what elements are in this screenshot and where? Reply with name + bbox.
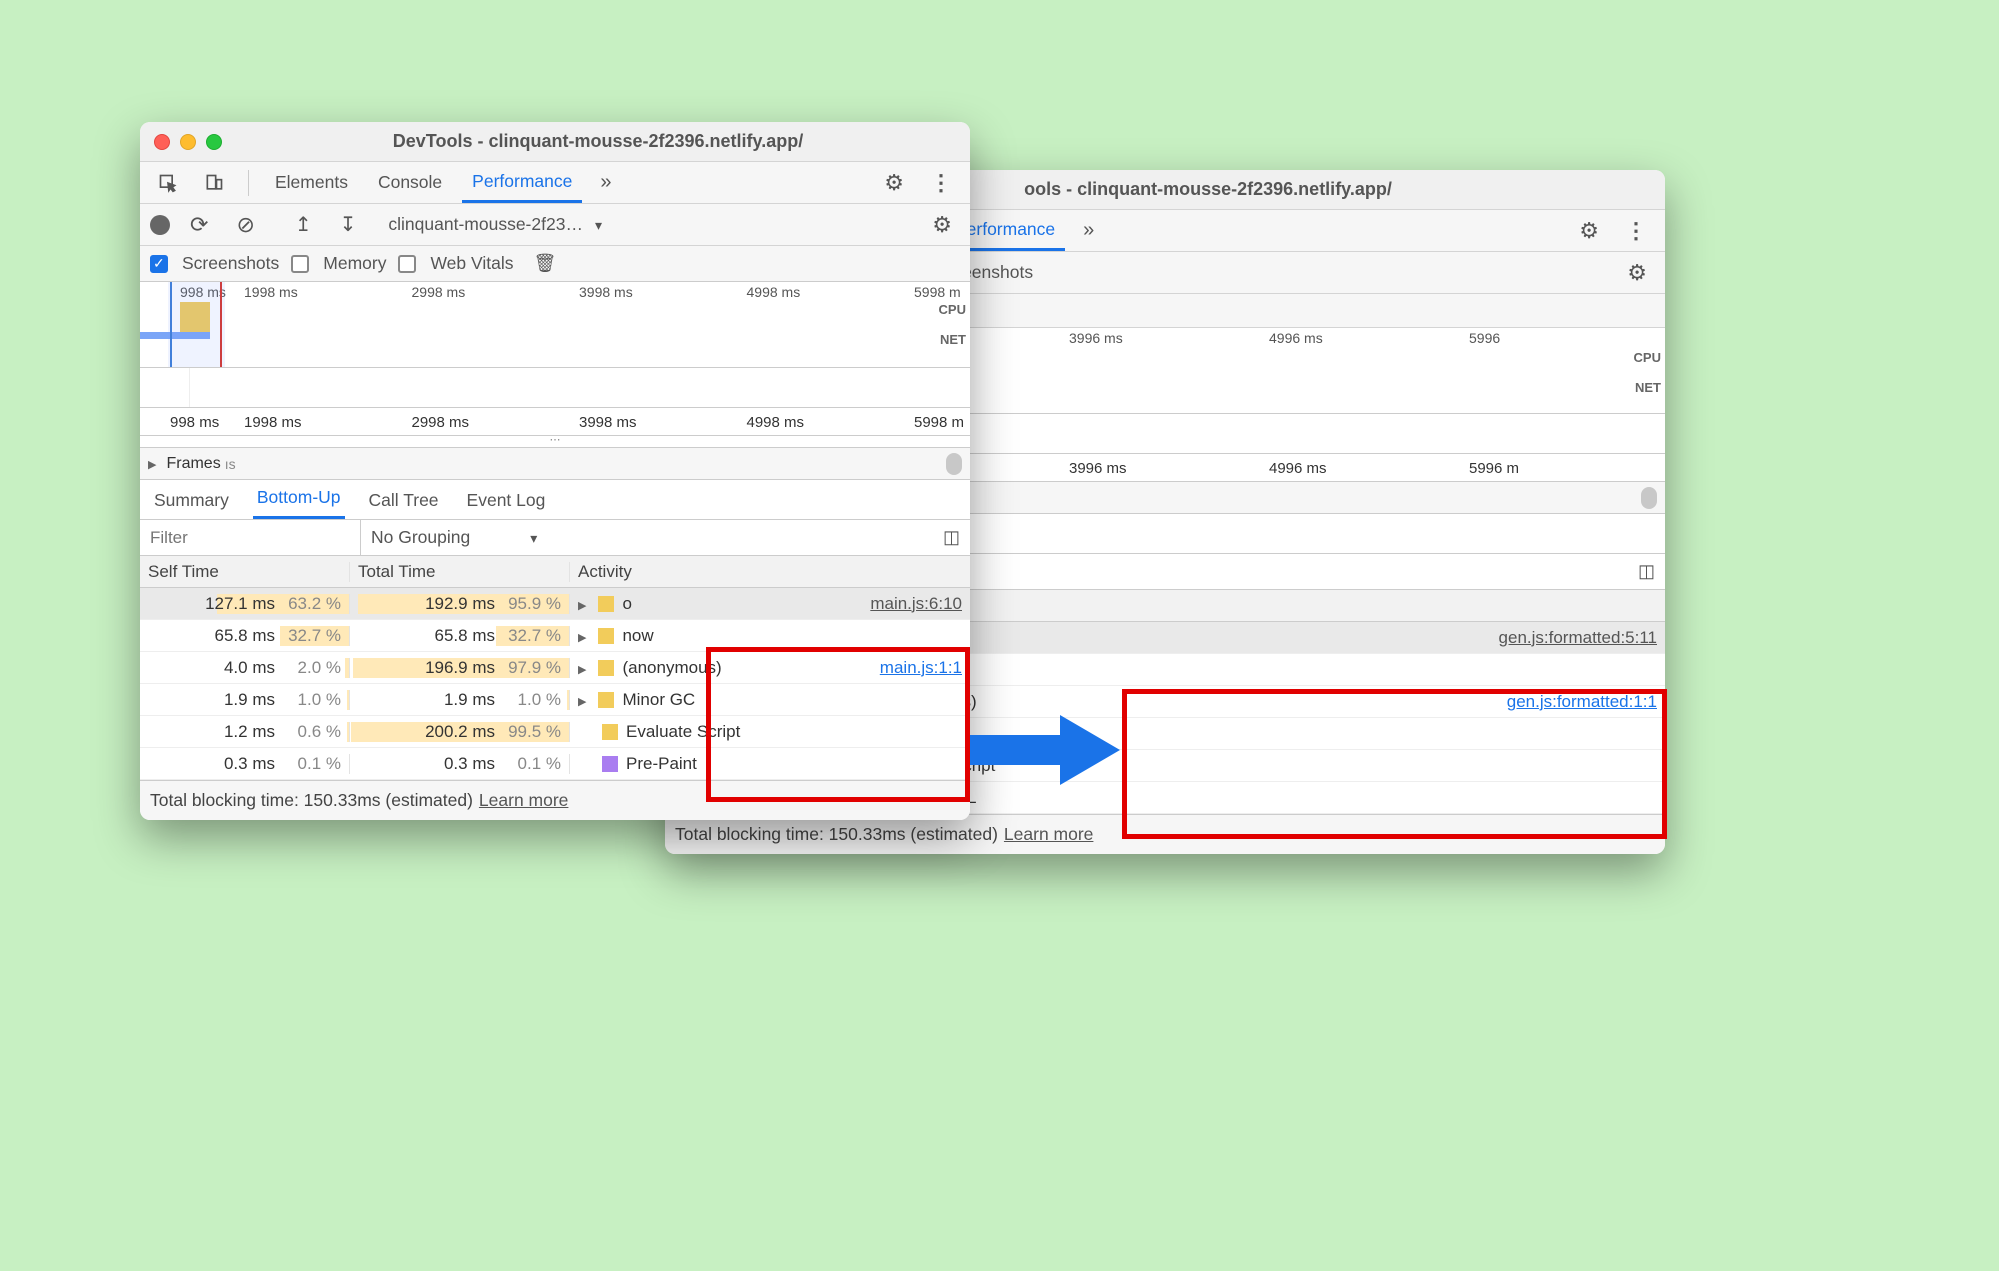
category-icon bbox=[602, 724, 618, 740]
url-selector[interactable]: clinquant-mousse-2f23… bbox=[388, 214, 583, 235]
memory-label: Memory bbox=[323, 253, 386, 274]
clear-icon[interactable] bbox=[228, 208, 262, 242]
tab-elements[interactable]: Elements bbox=[265, 164, 358, 201]
activity-name: Evaluate Script bbox=[626, 722, 740, 742]
source-link[interactable]: gen.js:formatted:1:1 bbox=[1507, 692, 1657, 712]
net-label: NET bbox=[1635, 380, 1661, 395]
col-activity: Activity bbox=[855, 596, 1665, 616]
overview[interactable]: 998 ms 1998 ms 2998 ms 3998 ms 4998 ms 5… bbox=[140, 282, 970, 368]
learn-more-link[interactable]: Learn more bbox=[1004, 824, 1094, 845]
frames-section[interactable]: Frames ıs bbox=[140, 448, 970, 480]
upload-icon[interactable] bbox=[287, 208, 320, 241]
menu-icon[interactable] bbox=[922, 166, 960, 200]
tab-summary[interactable]: Summary bbox=[150, 482, 233, 519]
source-link[interactable]: main.js:1:1 bbox=[880, 658, 962, 678]
cpu-label: CPU bbox=[939, 302, 966, 317]
download-icon[interactable] bbox=[332, 208, 365, 241]
activity-name: o bbox=[622, 594, 631, 614]
category-icon bbox=[602, 756, 618, 772]
activity-name: now bbox=[622, 626, 653, 646]
capture-settings-icon[interactable] bbox=[924, 208, 960, 242]
grouping-dropdown-icon[interactable] bbox=[530, 527, 537, 548]
activity-name: (anonymous) bbox=[622, 658, 721, 678]
traffic-lights bbox=[154, 134, 222, 150]
dropdown-icon[interactable] bbox=[595, 214, 602, 235]
expand-icon[interactable] bbox=[578, 658, 590, 678]
menu-icon[interactable] bbox=[1617, 214, 1655, 248]
arrow-icon bbox=[960, 700, 1130, 800]
window-title: DevTools - clinquant-mousse-2f2396.netli… bbox=[240, 131, 956, 152]
reload-record-icon[interactable] bbox=[182, 208, 216, 242]
col-self-time[interactable]: Self Time bbox=[140, 562, 350, 582]
minimize-dot[interactable] bbox=[180, 134, 196, 150]
webvitals-label: Web Vitals bbox=[430, 253, 513, 274]
sidebar-toggle-icon[interactable] bbox=[943, 527, 960, 548]
devtools-window-front: DevTools - clinquant-mousse-2f2396.netli… bbox=[140, 122, 970, 820]
titlebar: DevTools - clinquant-mousse-2f2396.netli… bbox=[140, 122, 970, 162]
net-label: NET bbox=[940, 332, 966, 347]
delete-icon[interactable] bbox=[526, 249, 565, 278]
category-icon bbox=[598, 692, 614, 708]
cpu-label: CPU bbox=[1634, 350, 1661, 365]
options-bar: Screenshots Memory Web Vitals bbox=[140, 246, 970, 282]
category-icon bbox=[598, 660, 614, 676]
screenshots-checkbox[interactable] bbox=[150, 255, 168, 273]
expand-icon[interactable] bbox=[578, 690, 590, 710]
col-total-time[interactable]: Total Time bbox=[350, 562, 570, 582]
screenshots-label: Screenshots bbox=[182, 253, 279, 274]
table-header: Self Time Total Time Activity bbox=[140, 556, 970, 588]
filter-input[interactable] bbox=[140, 520, 360, 555]
record-button[interactable] bbox=[150, 215, 170, 235]
tab-performance[interactable]: Performance bbox=[462, 163, 582, 203]
tab-bottomup[interactable]: Bottom-Up bbox=[253, 479, 345, 519]
webvitals-checkbox[interactable] bbox=[398, 255, 416, 273]
source-link[interactable]: main.js:6:10 bbox=[870, 594, 962, 614]
more-tabs-icon[interactable] bbox=[592, 167, 619, 198]
tab-console[interactable]: Console bbox=[368, 164, 452, 201]
tab-calltree[interactable]: Call Tree bbox=[365, 482, 443, 519]
table-row[interactable]: 1.9 ms1.0 %1.9 ms1.0 %Minor GC bbox=[140, 684, 970, 716]
category-icon bbox=[598, 596, 614, 612]
activity-name: Minor GC bbox=[622, 690, 695, 710]
settings-icon[interactable] bbox=[876, 166, 912, 200]
expand-icon[interactable] bbox=[578, 626, 590, 646]
blocking-time-label: Total blocking time: 150.33ms (estimated… bbox=[150, 790, 473, 811]
device-icon[interactable] bbox=[196, 169, 232, 197]
frames-label: Frames bbox=[166, 455, 220, 473]
table-row[interactable]: 127.1 ms63.2 %192.9 ms95.9 %omain.js:6:1… bbox=[140, 588, 970, 620]
category-icon bbox=[598, 628, 614, 644]
table-row[interactable]: 65.8 ms32.7 %65.8 ms32.7 %now bbox=[140, 620, 970, 652]
perf-controls: clinquant-mousse-2f23… bbox=[140, 204, 970, 246]
grouping-selector[interactable]: No Grouping bbox=[371, 527, 470, 548]
table-row[interactable]: 1.2 ms0.6 %200.2 ms99.5 %Evaluate Script bbox=[140, 716, 970, 748]
blocking-time-label: Total blocking time: 150.33ms (estimated… bbox=[675, 824, 998, 845]
footer: Total blocking time: 150.33ms (estimated… bbox=[665, 814, 1665, 854]
ruler: 998 ms 1998 ms 2998 ms 3998 ms 4998 ms 5… bbox=[140, 408, 970, 436]
filter-bar: No Grouping bbox=[140, 520, 970, 556]
footer: Total blocking time: 150.33ms (estimated… bbox=[140, 780, 970, 820]
sidebar-toggle-icon[interactable] bbox=[1638, 561, 1655, 582]
details-tabs: Summary Bottom-Up Call Tree Event Log bbox=[140, 480, 970, 520]
main-tabs-bar: Elements Console Performance bbox=[140, 162, 970, 204]
scrollbar-thumb[interactable] bbox=[1641, 487, 1657, 509]
expand-icon[interactable] bbox=[578, 594, 590, 614]
settings-icon[interactable] bbox=[1571, 214, 1607, 248]
tab-eventlog[interactable]: Event Log bbox=[463, 482, 550, 519]
filmstrip bbox=[140, 368, 970, 408]
table-row[interactable]: 0.3 ms0.1 %0.3 ms0.1 %Pre-Paint bbox=[140, 748, 970, 780]
source-link[interactable]: gen.js:formatted:5:11 bbox=[1499, 628, 1657, 648]
table-row[interactable]: 4.0 ms2.0 %196.9 ms97.9 %(anonymous)main… bbox=[140, 652, 970, 684]
more-tabs-icon[interactable] bbox=[1075, 215, 1102, 246]
caret-icon bbox=[148, 455, 160, 473]
memory-checkbox[interactable] bbox=[291, 255, 309, 273]
capture-settings-icon[interactable] bbox=[1619, 256, 1655, 290]
inspect-icon[interactable] bbox=[150, 169, 186, 197]
learn-more-link[interactable]: Learn more bbox=[479, 790, 569, 811]
activity-name: Pre-Paint bbox=[626, 754, 697, 774]
scrollbar-thumb[interactable] bbox=[946, 453, 962, 475]
zoom-dot[interactable] bbox=[206, 134, 222, 150]
close-dot[interactable] bbox=[154, 134, 170, 150]
col-activity[interactable]: Activity bbox=[570, 562, 970, 582]
